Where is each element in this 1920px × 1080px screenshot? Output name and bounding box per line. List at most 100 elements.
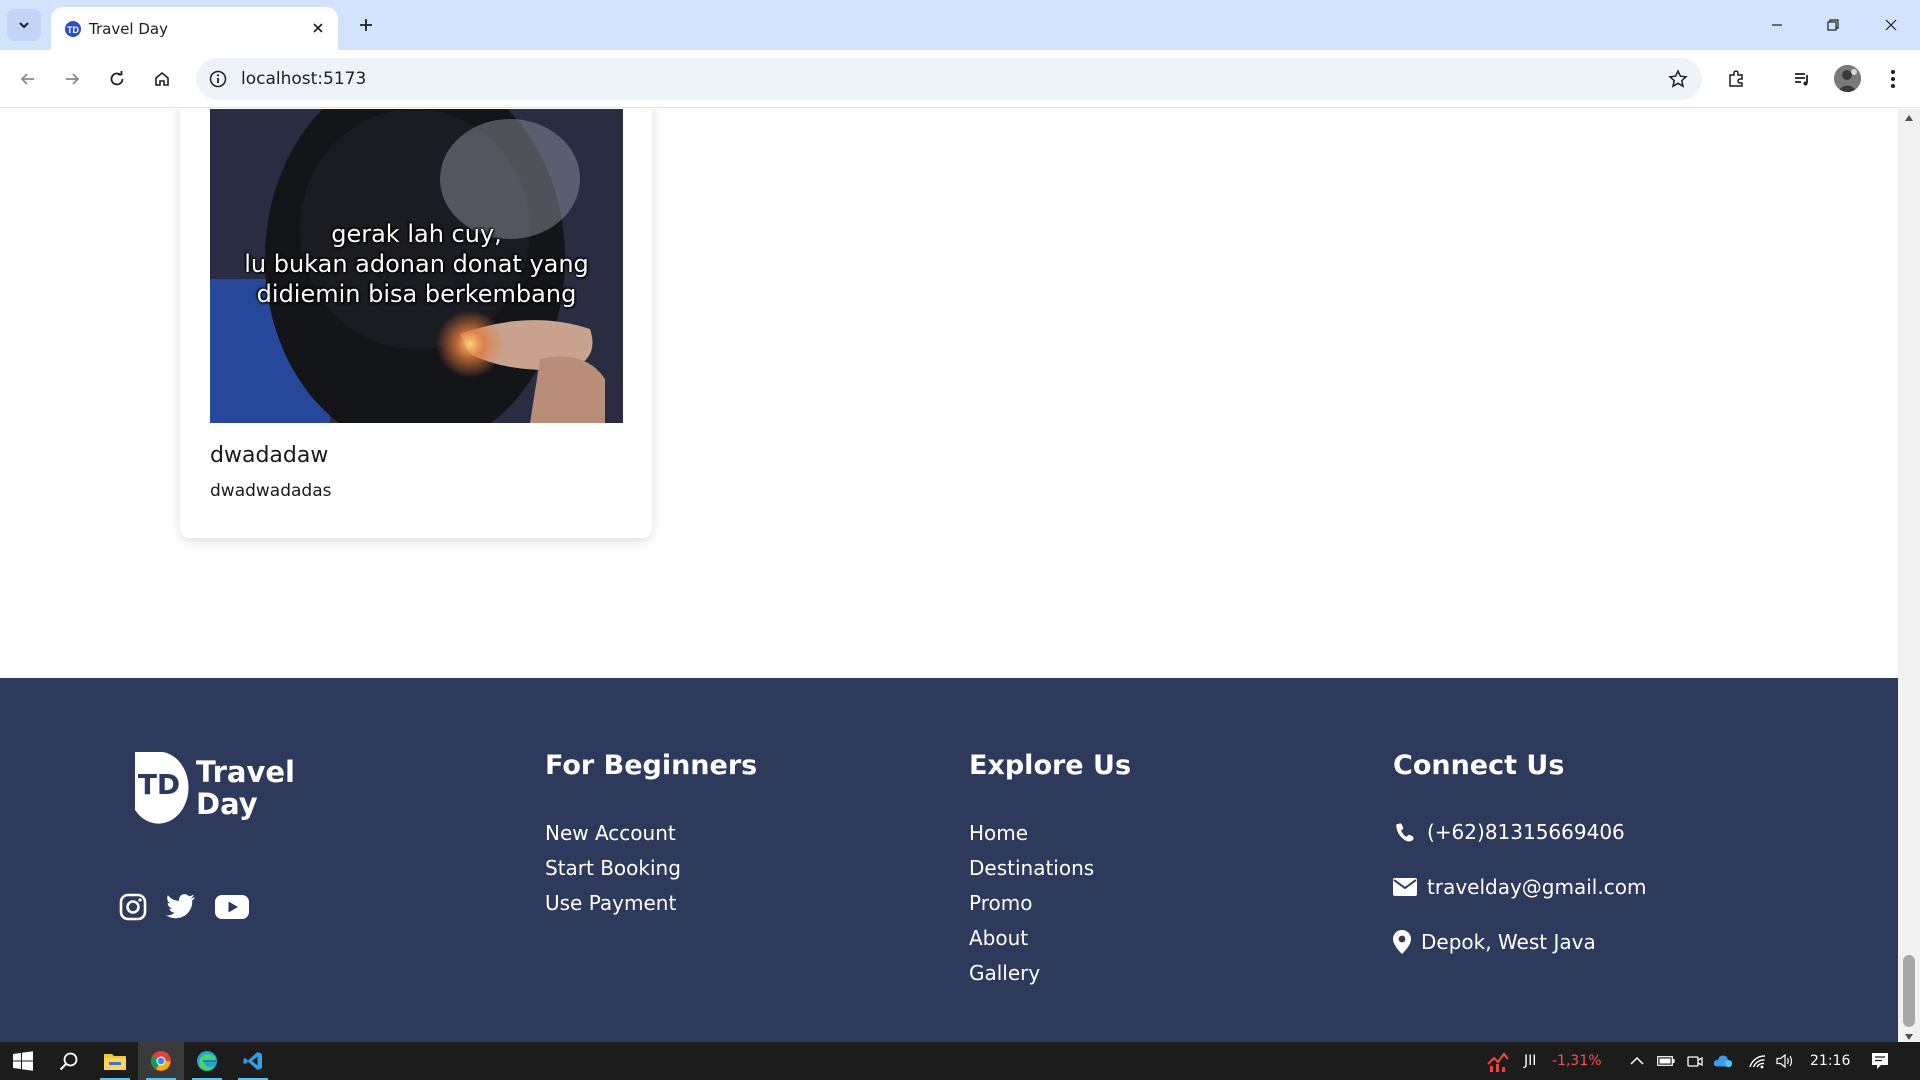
- caption-line: lu bukan adonan donat yang: [244, 250, 589, 278]
- restore-icon: [1827, 19, 1839, 31]
- bookmark-star-icon[interactable]: [1666, 67, 1690, 91]
- volume-icon[interactable]: [1775, 1051, 1795, 1071]
- show-hidden-icons-chevron-icon[interactable]: [1627, 1051, 1647, 1071]
- search-icon: [59, 1052, 78, 1071]
- more-vertical-icon: [1891, 70, 1895, 88]
- contact-phone[interactable]: (+62)81315669406: [1393, 820, 1625, 844]
- caption-line: gerak lah cuy,: [331, 220, 502, 248]
- travel-day-favicon-icon: TD: [63, 19, 83, 39]
- logo-wordmark: Travel Day: [196, 756, 295, 820]
- home-button[interactable]: [145, 62, 179, 96]
- start-button[interactable]: [0, 1042, 46, 1080]
- phone-icon: [1393, 820, 1417, 844]
- wifi-icon[interactable]: [1748, 1051, 1768, 1071]
- new-tab-button[interactable]: [352, 11, 380, 39]
- home-icon: [155, 71, 169, 86]
- contact-email[interactable]: travelday@gmail.com: [1393, 875, 1646, 899]
- arrow-right-icon: [66, 73, 80, 85]
- file-explorer-app[interactable]: [92, 1042, 138, 1080]
- caption-line: didiemin bisa berkembang: [256, 280, 577, 308]
- chevron-down-icon: [19, 22, 29, 29]
- minimize-icon: [1772, 24, 1782, 26]
- youtube-icon: [215, 895, 249, 919]
- edge-icon: [197, 1051, 217, 1071]
- logo-line: Travel: [196, 755, 295, 789]
- profile-avatar[interactable]: [1834, 65, 1861, 92]
- restore-window-button[interactable]: [1805, 0, 1861, 50]
- vscode-app[interactable]: [230, 1042, 276, 1080]
- media-controls-button[interactable]: [1785, 62, 1819, 96]
- windows-logo-icon: [13, 1051, 33, 1071]
- puzzle-icon: [1729, 70, 1743, 87]
- twitter-link[interactable]: [164, 890, 198, 924]
- scroll-up-arrow-icon[interactable]: [1905, 115, 1913, 121]
- page-scrollbar[interactable]: [1898, 109, 1920, 1042]
- chrome-app[interactable]: [138, 1042, 184, 1080]
- stock-chart-icon[interactable]: [1486, 1051, 1514, 1072]
- logo-mark-text: TD: [138, 768, 180, 801]
- card-image: gerak lah cuy, lu bukan adonan donat yan…: [210, 109, 623, 423]
- search-button[interactable]: [46, 1042, 92, 1080]
- address-bar[interactable]: localhost:5173: [196, 58, 1702, 100]
- svg-text:TD: TD: [67, 25, 79, 35]
- meet-now-icon[interactable]: [1685, 1051, 1705, 1071]
- contact-location[interactable]: Depok, West Java: [1393, 930, 1596, 954]
- browser-toolbar: localhost:5173: [0, 50, 1920, 108]
- site-info-icon[interactable]: [206, 67, 230, 91]
- notifications-icon[interactable]: [1870, 1051, 1890, 1071]
- folder-icon: [104, 1054, 126, 1070]
- gallery-card[interactable]: gerak lah cuy, lu bukan adonan donat yan…: [180, 109, 652, 538]
- battery-icon[interactable]: [1656, 1051, 1676, 1071]
- tab-search-button[interactable]: [7, 9, 41, 41]
- card-title: dwadadaw: [210, 443, 329, 468]
- footer-link-start-booking[interactable]: Start Booking: [545, 856, 681, 880]
- footer-link-new-account[interactable]: New Account: [545, 821, 676, 845]
- footer-link-use-payment[interactable]: Use Payment: [545, 891, 676, 915]
- youtube-link[interactable]: [215, 890, 249, 924]
- close-tab-icon[interactable]: [308, 18, 328, 38]
- for-beginners-heading: For Beginners: [545, 750, 758, 781]
- forward-button[interactable]: [55, 62, 89, 96]
- footer-link-gallery[interactable]: Gallery: [969, 961, 1040, 985]
- onedrive-cloud-icon[interactable]: [1713, 1051, 1733, 1071]
- chrome-icon: [151, 1051, 171, 1071]
- footer-link-about[interactable]: About: [969, 926, 1028, 950]
- clock-time[interactable]: 21:16: [1810, 1053, 1850, 1069]
- scrollbar-thumb[interactable]: [1903, 955, 1915, 1027]
- twitter-icon: [166, 894, 195, 919]
- vscode-icon: [243, 1052, 262, 1070]
- url-text: localhost:5173: [241, 69, 367, 89]
- plus-icon: [360, 19, 372, 31]
- contact-email-text: travelday@gmail.com: [1427, 875, 1647, 899]
- connect-us-heading: Connect Us: [1393, 750, 1565, 781]
- playlist-icon: [1795, 73, 1808, 86]
- extensions-button[interactable]: [1719, 62, 1753, 96]
- instagram-icon: [119, 893, 147, 921]
- stock-change-value[interactable]: -1,31%: [1552, 1053, 1602, 1069]
- footer-link-promo[interactable]: Promo: [969, 891, 1032, 915]
- chrome-menu-button[interactable]: [1876, 62, 1910, 96]
- td-logo-mark-icon: TD: [135, 752, 189, 824]
- map-pin-icon: [1393, 930, 1411, 954]
- instagram-link[interactable]: [116, 890, 150, 924]
- scroll-down-arrow-icon[interactable]: [1905, 1034, 1913, 1040]
- logo-line: Day: [196, 787, 258, 821]
- explore-us-heading: Explore Us: [969, 750, 1132, 781]
- tab-title: Travel Day: [89, 20, 168, 38]
- reload-button[interactable]: [100, 62, 134, 96]
- image-caption: gerak lah cuy, lu bukan adonan donat yan…: [210, 219, 623, 309]
- close-icon: [1885, 19, 1897, 31]
- travel-day-logo[interactable]: TD Travel Day: [131, 748, 301, 826]
- contact-phone-text: (+62)81315669406: [1427, 820, 1625, 844]
- back-button[interactable]: [11, 62, 45, 96]
- browser-tab[interactable]: TD Travel Day: [51, 7, 338, 50]
- minimize-window-button[interactable]: [1749, 0, 1805, 50]
- site-footer: TD Travel Day For Beginners New Account …: [0, 678, 1898, 1042]
- reload-icon: [110, 71, 124, 86]
- footer-link-destinations[interactable]: Destinations: [969, 856, 1094, 880]
- edge-app[interactable]: [184, 1042, 230, 1080]
- envelope-icon: [1393, 875, 1417, 899]
- footer-link-home[interactable]: Home: [969, 821, 1028, 845]
- stock-ticker-label[interactable]: JII: [1524, 1053, 1536, 1069]
- close-window-button[interactable]: [1863, 0, 1919, 50]
